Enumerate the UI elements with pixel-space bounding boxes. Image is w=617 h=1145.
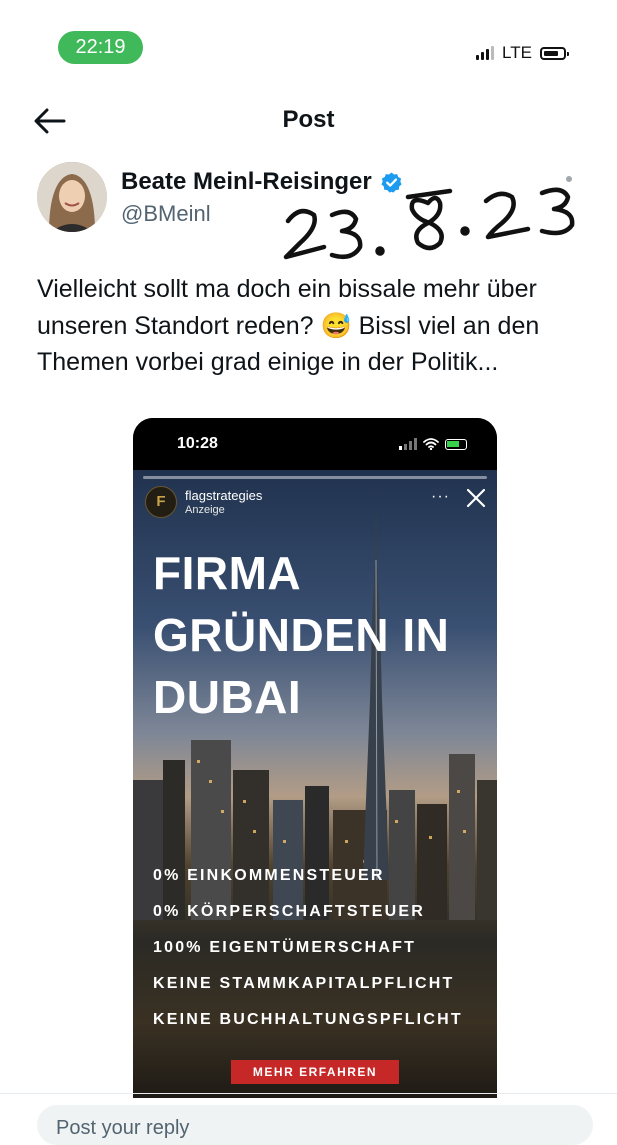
- divider: [0, 1093, 617, 1094]
- ad-feature-item: 0% EINKOMMENSTEUER: [153, 867, 385, 884]
- battery-icon: [445, 438, 467, 450]
- screenshot-status-icons: [399, 438, 467, 450]
- avatar-portrait: [37, 162, 107, 232]
- ad-account-name[interactable]: flagstrategies: [185, 488, 262, 503]
- close-icon[interactable]: [465, 487, 487, 509]
- wifi-icon: [423, 438, 439, 450]
- reply-placeholder: Post your reply: [56, 1117, 190, 1139]
- status-indicators: LTE: [476, 43, 569, 63]
- story-progress-bar: [143, 476, 487, 479]
- story-more-icon[interactable]: ···: [431, 488, 450, 506]
- status-time: 22:19: [58, 31, 143, 64]
- handwritten-date-annotation: [283, 187, 575, 260]
- tweet-media[interactable]: 10:28 F flagstrategies Anzeige ··· FIRMA…: [133, 418, 497, 1098]
- ad-headline-line: FIRMA: [153, 547, 302, 599]
- avatar[interactable]: [37, 162, 107, 232]
- ad-feature-list: 0% EINKOMMENSTEUER 0% KÖRPERSCHAFTSTEUER…: [153, 858, 463, 1038]
- screenshot-time: 10:28: [177, 435, 218, 452]
- signal-icon: [476, 46, 494, 60]
- ad-feature-item: KEINE STAMMKAPITALPFLICHT: [153, 975, 455, 992]
- ad-headline-line: GRÜNDEN IN: [153, 609, 450, 661]
- reply-input[interactable]: Post your reply: [37, 1105, 593, 1145]
- signal-icon: [399, 438, 417, 450]
- page-title: Post: [282, 106, 335, 133]
- brand-logo[interactable]: F: [145, 486, 177, 518]
- ad-feature-item: 0% KÖRPERSCHAFTSTEUER: [153, 903, 426, 920]
- author-handle[interactable]: @BMeinl: [121, 201, 211, 227]
- network-type: LTE: [502, 43, 532, 62]
- ad-feature-item: KEINE BUCHHALTUNGSPFLICHT: [153, 1011, 463, 1028]
- tweet-text: Vielleicht sollt ma doch ein bissale meh…: [37, 275, 540, 376]
- story-ad[interactable]: F flagstrategies Anzeige ··· FIRMA GRÜND…: [133, 470, 497, 1098]
- screenshot-status-bar: 10:28: [133, 418, 497, 470]
- ad-feature-item: 100% EIGENTÜMERSCHAFT: [153, 939, 417, 956]
- battery-icon: [539, 46, 569, 60]
- learn-more-button[interactable]: MEHR ERFAHREN: [231, 1060, 399, 1084]
- ad-label: Anzeige: [185, 504, 225, 516]
- ad-headline: FIRMA GRÜNDEN IN DUBAI: [153, 542, 449, 728]
- ad-headline-line: DUBAI: [153, 671, 302, 723]
